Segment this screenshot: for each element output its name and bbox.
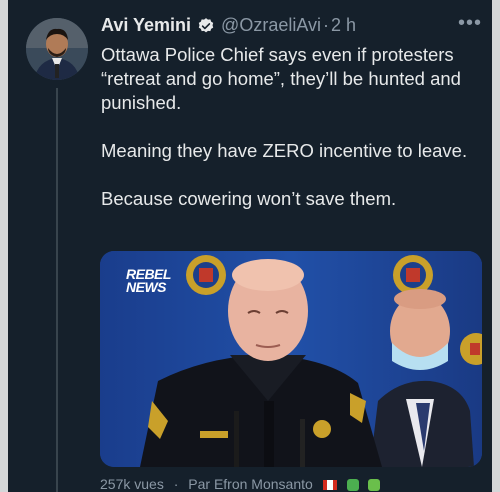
canada-flag-icon xyxy=(322,480,337,491)
tweet-timestamp[interactable]: 2 h xyxy=(331,15,356,36)
video-caption: 257k vues · Par Efron Monsanto xyxy=(100,476,386,492)
tweet-text: Ottawa Police Chief says even if protest… xyxy=(101,43,481,211)
tweet-header: Avi Yemini @OzraeliAvi · 2 h xyxy=(101,15,480,36)
truck-emoji-icon xyxy=(346,479,359,492)
caption-separator: · xyxy=(173,476,179,492)
tweet-paragraph: Meaning they have ZERO incentive to leav… xyxy=(101,140,468,161)
header-separator: · xyxy=(323,15,330,35)
more-options-icon[interactable]: ••• xyxy=(458,12,482,35)
view-count: 257k vues xyxy=(100,476,164,492)
video-credit[interactable]: Par Efron Monsanto xyxy=(188,476,313,492)
thread-line xyxy=(56,88,58,492)
avatar-image xyxy=(26,18,88,80)
verified-badge-icon xyxy=(197,17,215,35)
tweet-card[interactable]: Avi Yemini @OzraeliAvi · 2 h ••• Ottawa … xyxy=(8,0,492,492)
avatar[interactable] xyxy=(26,18,88,80)
tweet-paragraph: Because cowering won’t save them. xyxy=(101,188,397,209)
author-handle[interactable]: @OzraeliAvi xyxy=(221,15,321,36)
author-name[interactable]: Avi Yemini xyxy=(101,15,191,36)
police-crest-right xyxy=(393,255,433,295)
money-emoji-icon xyxy=(368,479,381,492)
tweet-video[interactable]: REBEL NEWS xyxy=(100,251,482,467)
police-crest-left xyxy=(186,255,226,295)
rebel-news-watermark: REBEL NEWS xyxy=(126,266,171,295)
tweet-paragraph: Ottawa Police Chief says even if protest… xyxy=(101,44,461,113)
